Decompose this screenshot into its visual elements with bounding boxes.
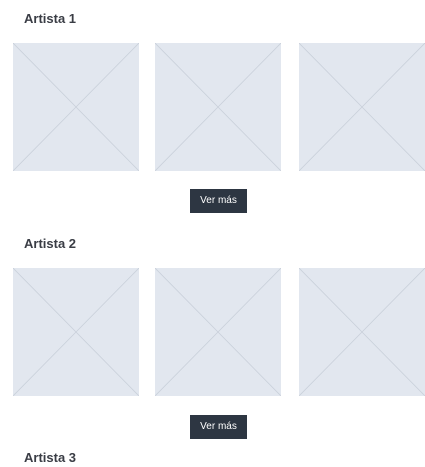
image-placeholder-icon [155, 268, 281, 396]
image-placeholder-icon [13, 268, 139, 396]
see-more-button-artist-1[interactable]: Ver más [190, 189, 247, 213]
image-placeholder[interactable] [155, 43, 281, 171]
see-more-button-artist-2[interactable]: Ver más [190, 415, 247, 439]
artist-1-gallery [13, 43, 425, 171]
image-placeholder[interactable] [13, 268, 139, 396]
image-placeholder-icon [155, 43, 281, 171]
image-placeholder-icon [13, 43, 139, 171]
image-placeholder-icon [299, 43, 425, 171]
image-placeholder[interactable] [13, 43, 139, 171]
artist-3-title: Artista 3 [24, 450, 77, 465]
image-placeholder[interactable] [299, 268, 425, 396]
artist-2-title: Artista 2 [24, 236, 77, 251]
image-placeholder[interactable] [155, 268, 281, 396]
artist-2-gallery [13, 268, 425, 396]
artist-1-title: Artista 1 [24, 11, 77, 26]
image-placeholder-icon [299, 268, 425, 396]
image-placeholder[interactable] [299, 43, 425, 171]
